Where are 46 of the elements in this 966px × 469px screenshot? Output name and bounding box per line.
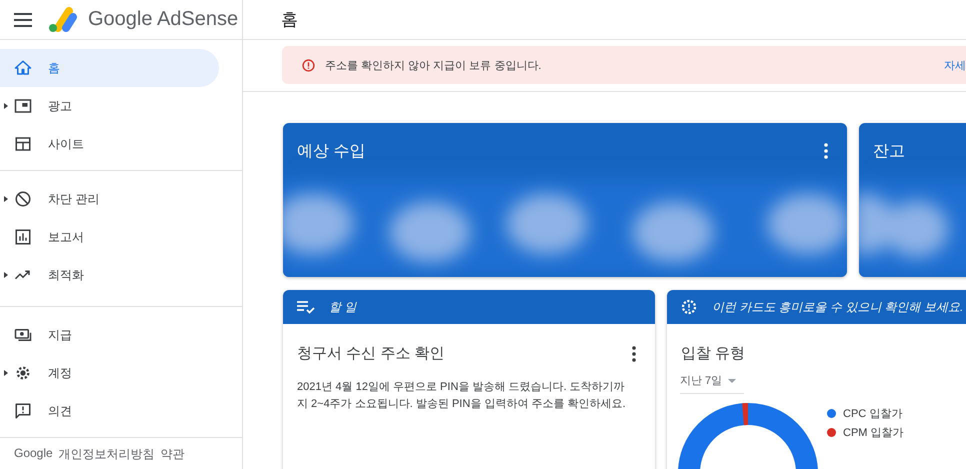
ad-icon bbox=[14, 97, 32, 115]
card-title: 잔고 bbox=[873, 142, 905, 162]
logo-icon bbox=[48, 6, 78, 32]
site-icon bbox=[14, 135, 32, 153]
sidebar-item[interactable]: 지급 bbox=[0, 316, 219, 354]
badge-alert-icon bbox=[680, 298, 698, 316]
footer-link[interactable]: 개인정보처리방침 bbox=[58, 446, 155, 463]
sidebar-item[interactable]: 최적화 bbox=[0, 256, 219, 294]
app-title: Google AdSense bbox=[88, 8, 238, 31]
card-header: 이런 카드도 흥미로울 수 있으니 확인해 보세요. bbox=[712, 298, 964, 316]
home-icon bbox=[14, 59, 32, 77]
sidebar-item[interactable]: 의견 bbox=[0, 392, 219, 430]
sidebar-item[interactable]: 계정 bbox=[0, 354, 219, 392]
footer-link[interactable]: 약관 bbox=[160, 446, 185, 463]
feedback-icon bbox=[14, 402, 32, 420]
page-title: 홈 bbox=[281, 9, 298, 31]
period-dropdown[interactable]: 지난 7일 bbox=[680, 373, 744, 394]
more-icon[interactable] bbox=[824, 143, 828, 159]
settings-icon bbox=[14, 364, 32, 382]
learn-more-link[interactable]: 자세 bbox=[944, 58, 966, 72]
caret-icon[interactable] bbox=[4, 196, 8, 202]
legend-label: CPC 입찰가 bbox=[843, 407, 902, 421]
sidebar-item[interactable]: 광고 bbox=[0, 87, 219, 125]
sidebar-item[interactable]: 홈 bbox=[0, 49, 219, 87]
card-header: 할 일 bbox=[329, 298, 356, 316]
checklist-icon bbox=[297, 300, 315, 314]
sidebar-item[interactable]: 보고서 bbox=[0, 218, 219, 256]
card-body-text: 2021년 4월 12일에 우편으로 PIN을 발송해 드렸습니다. 도착하기까지 2~4주가 소요됩니다. 발송된 PIN을 입력하여 주소를 확인하세요. bbox=[296, 380, 627, 412]
caret-icon[interactable] bbox=[4, 370, 8, 376]
sidebar-item[interactable]: 사이트 bbox=[0, 125, 219, 163]
legend-label: CPM 입찰가 bbox=[843, 426, 904, 440]
card-title: 청구서 수신 주소 확인 bbox=[297, 344, 445, 363]
menu-icon[interactable] bbox=[14, 12, 32, 26]
card-title: 예상 수입 bbox=[297, 142, 366, 162]
block-icon bbox=[14, 190, 32, 208]
footer-link[interactable]: Google bbox=[14, 446, 53, 463]
more-icon[interactable] bbox=[632, 346, 636, 362]
card-title: 입찰 유형 bbox=[681, 344, 746, 363]
report-icon bbox=[14, 228, 32, 246]
sidebar-item[interactable]: 차단 관리 bbox=[0, 180, 219, 218]
caret-icon[interactable] bbox=[4, 103, 8, 109]
caret-icon[interactable] bbox=[4, 272, 8, 278]
error-icon bbox=[302, 58, 315, 72]
alert-message: 주소를 확인하지 않아 지급이 보류 중입니다. bbox=[325, 58, 542, 72]
caret-icon bbox=[728, 378, 736, 382]
money-icon bbox=[14, 326, 32, 344]
